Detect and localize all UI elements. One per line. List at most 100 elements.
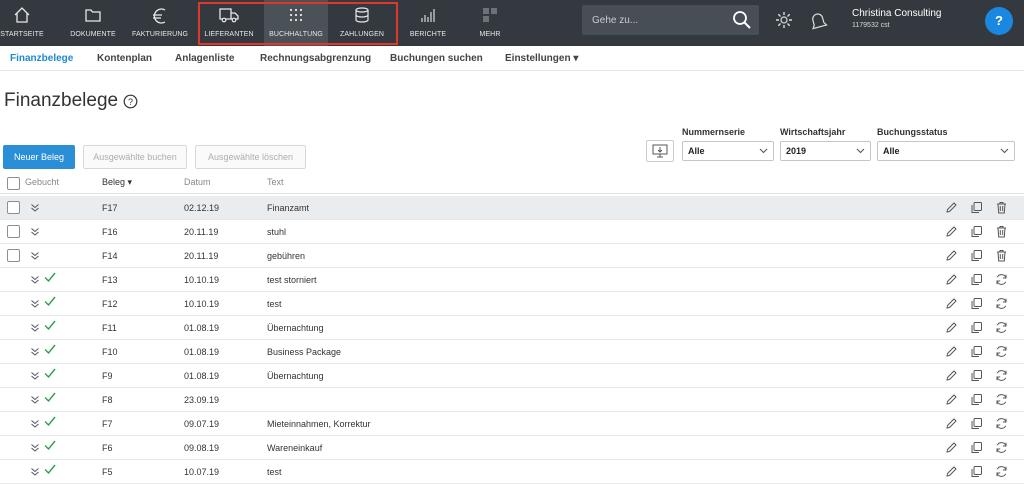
cell-beleg: F17 [102,203,118,213]
check-icon [44,320,56,331]
copy-icon[interactable] [970,201,983,214]
header-datum[interactable]: Datum [184,177,211,187]
row-checkbox[interactable] [7,201,20,214]
nav-dokumente[interactable]: DOKUMENTE [64,0,122,46]
copy-icon[interactable] [970,249,983,262]
refresh-icon[interactable] [995,297,1008,310]
bell-icon[interactable] [808,10,828,30]
expand-chevrons-icon[interactable] [30,395,40,405]
page-title: Finanzbelege [4,90,119,111]
refresh-icon[interactable] [995,441,1008,454]
edit-pencil-icon[interactable] [945,393,958,406]
expand-chevrons-icon[interactable] [30,227,40,237]
refresh-icon[interactable] [995,273,1008,286]
export-button[interactable] [646,140,674,162]
nav-startseite[interactable]: STARTSEITE [0,0,44,46]
new-beleg-button[interactable]: Neuer Beleg [3,145,75,169]
edit-pencil-icon[interactable] [945,297,958,310]
expand-chevrons-icon[interactable] [30,467,40,477]
header-gebucht[interactable]: Gebucht [25,177,59,187]
table-row[interactable]: F6 09.08.19 Wareneinkauf [0,436,1024,460]
tab-buchungen-suchen[interactable]: Buchungen suchen [390,53,483,64]
table-row[interactable]: F10 01.08.19 Business Package [0,340,1024,364]
refresh-icon[interactable] [995,393,1008,406]
edit-pencil-icon[interactable] [945,369,958,382]
edit-pencil-icon[interactable] [945,249,958,262]
edit-pencil-icon[interactable] [945,273,958,286]
expand-chevrons-icon[interactable] [30,275,40,285]
nav-label: MEHR [479,31,501,38]
expand-chevrons-icon[interactable] [30,251,40,261]
refresh-icon[interactable] [995,321,1008,334]
edit-pencil-icon[interactable] [945,345,958,358]
table-row[interactable]: F17 02.12.19 Finanzamt [0,196,1024,220]
search-icon[interactable] [731,9,753,31]
tab-einstellungen[interactable]: Einstellungen ▾ [505,53,578,64]
help-button[interactable]: ? [985,7,1013,35]
tab-anlagenliste[interactable]: Anlagenliste [175,53,234,64]
table-row[interactable]: F12 10.10.19 test [0,292,1024,316]
wirtschaftsjahr-select[interactable]: 2019 [780,141,871,161]
nav-fakturierung[interactable]: FAKTURIERUNG [132,0,188,46]
edit-pencil-icon[interactable] [945,225,958,238]
row-checkbox[interactable] [7,249,20,262]
account-name[interactable]: Christina Consulting [852,8,942,19]
header-beleg[interactable]: Beleg ▾ [102,177,132,188]
gear-icon[interactable] [774,10,794,30]
tab-kontenplan[interactable]: Kontenplan [97,53,152,64]
expand-chevrons-icon[interactable] [30,419,40,429]
header-text[interactable]: Text [267,177,284,187]
expand-chevrons-icon[interactable] [30,323,40,333]
select-all-checkbox[interactable] [7,177,20,190]
copy-icon[interactable] [970,393,983,406]
copy-icon[interactable] [970,273,983,286]
refresh-icon[interactable] [995,345,1008,358]
copy-icon[interactable] [970,417,983,430]
table-row[interactable]: F5 10.07.19 test [0,460,1024,484]
nav-mehr[interactable]: MEHR [468,0,512,46]
copy-icon[interactable] [970,321,983,334]
edit-pencil-icon[interactable] [945,321,958,334]
tab-rechnungsabgrenzung[interactable]: Rechnungsabgrenzung [260,53,371,64]
table-row[interactable]: F14 20.11.19 gebühren [0,244,1024,268]
chevron-down-icon [759,148,768,154]
copy-icon[interactable] [970,297,983,310]
trash-icon[interactable] [995,201,1008,214]
buchungsstatus-select[interactable]: Alle [877,141,1015,161]
expand-chevrons-icon[interactable] [30,443,40,453]
trash-icon[interactable] [995,249,1008,262]
cell-datum: 10.07.19 [184,467,220,477]
table-row[interactable]: F16 20.11.19 stuhl [0,220,1024,244]
copy-icon[interactable] [970,441,983,454]
cell-datum: 09.07.19 [184,419,220,429]
copy-icon[interactable] [970,225,983,238]
refresh-icon[interactable] [995,417,1008,430]
table-row[interactable]: F11 01.08.19 Übernachtung [0,316,1024,340]
edit-pencil-icon[interactable] [945,201,958,214]
refresh-icon[interactable] [995,369,1008,382]
expand-chevrons-icon[interactable] [30,299,40,309]
table-row[interactable]: F13 10.10.19 test storniert [0,268,1024,292]
table-row[interactable]: F7 09.07.19 Mieteinnahmen, Korrektur [0,412,1024,436]
nummernserie-select[interactable]: Alle [682,141,774,161]
edit-pencil-icon[interactable] [945,441,958,454]
download-monitor-icon [652,144,668,158]
search-input[interactable]: Gehe zu... [582,5,759,35]
copy-icon[interactable] [970,345,983,358]
delete-selected-button[interactable]: Ausgewählte löschen [195,145,306,169]
row-checkbox[interactable] [7,225,20,238]
search-placeholder: Gehe zu... [592,15,639,26]
copy-icon[interactable] [970,369,983,382]
check-icon [44,392,56,403]
trash-icon[interactable] [995,225,1008,238]
edit-pencil-icon[interactable] [945,417,958,430]
tab-finanzbelege[interactable]: Finanzbelege [10,53,73,64]
expand-chevrons-icon[interactable] [30,371,40,381]
table-row[interactable]: F8 23.09.19 [0,388,1024,412]
nav-berichte[interactable]: BERICHTE [404,0,452,46]
info-icon[interactable]: ? [123,94,138,109]
table-row[interactable]: F9 01.08.19 Übernachtung [0,364,1024,388]
expand-chevrons-icon[interactable] [30,347,40,357]
book-selected-button[interactable]: Ausgewählte buchen [83,145,187,169]
expand-chevrons-icon[interactable] [30,203,40,213]
